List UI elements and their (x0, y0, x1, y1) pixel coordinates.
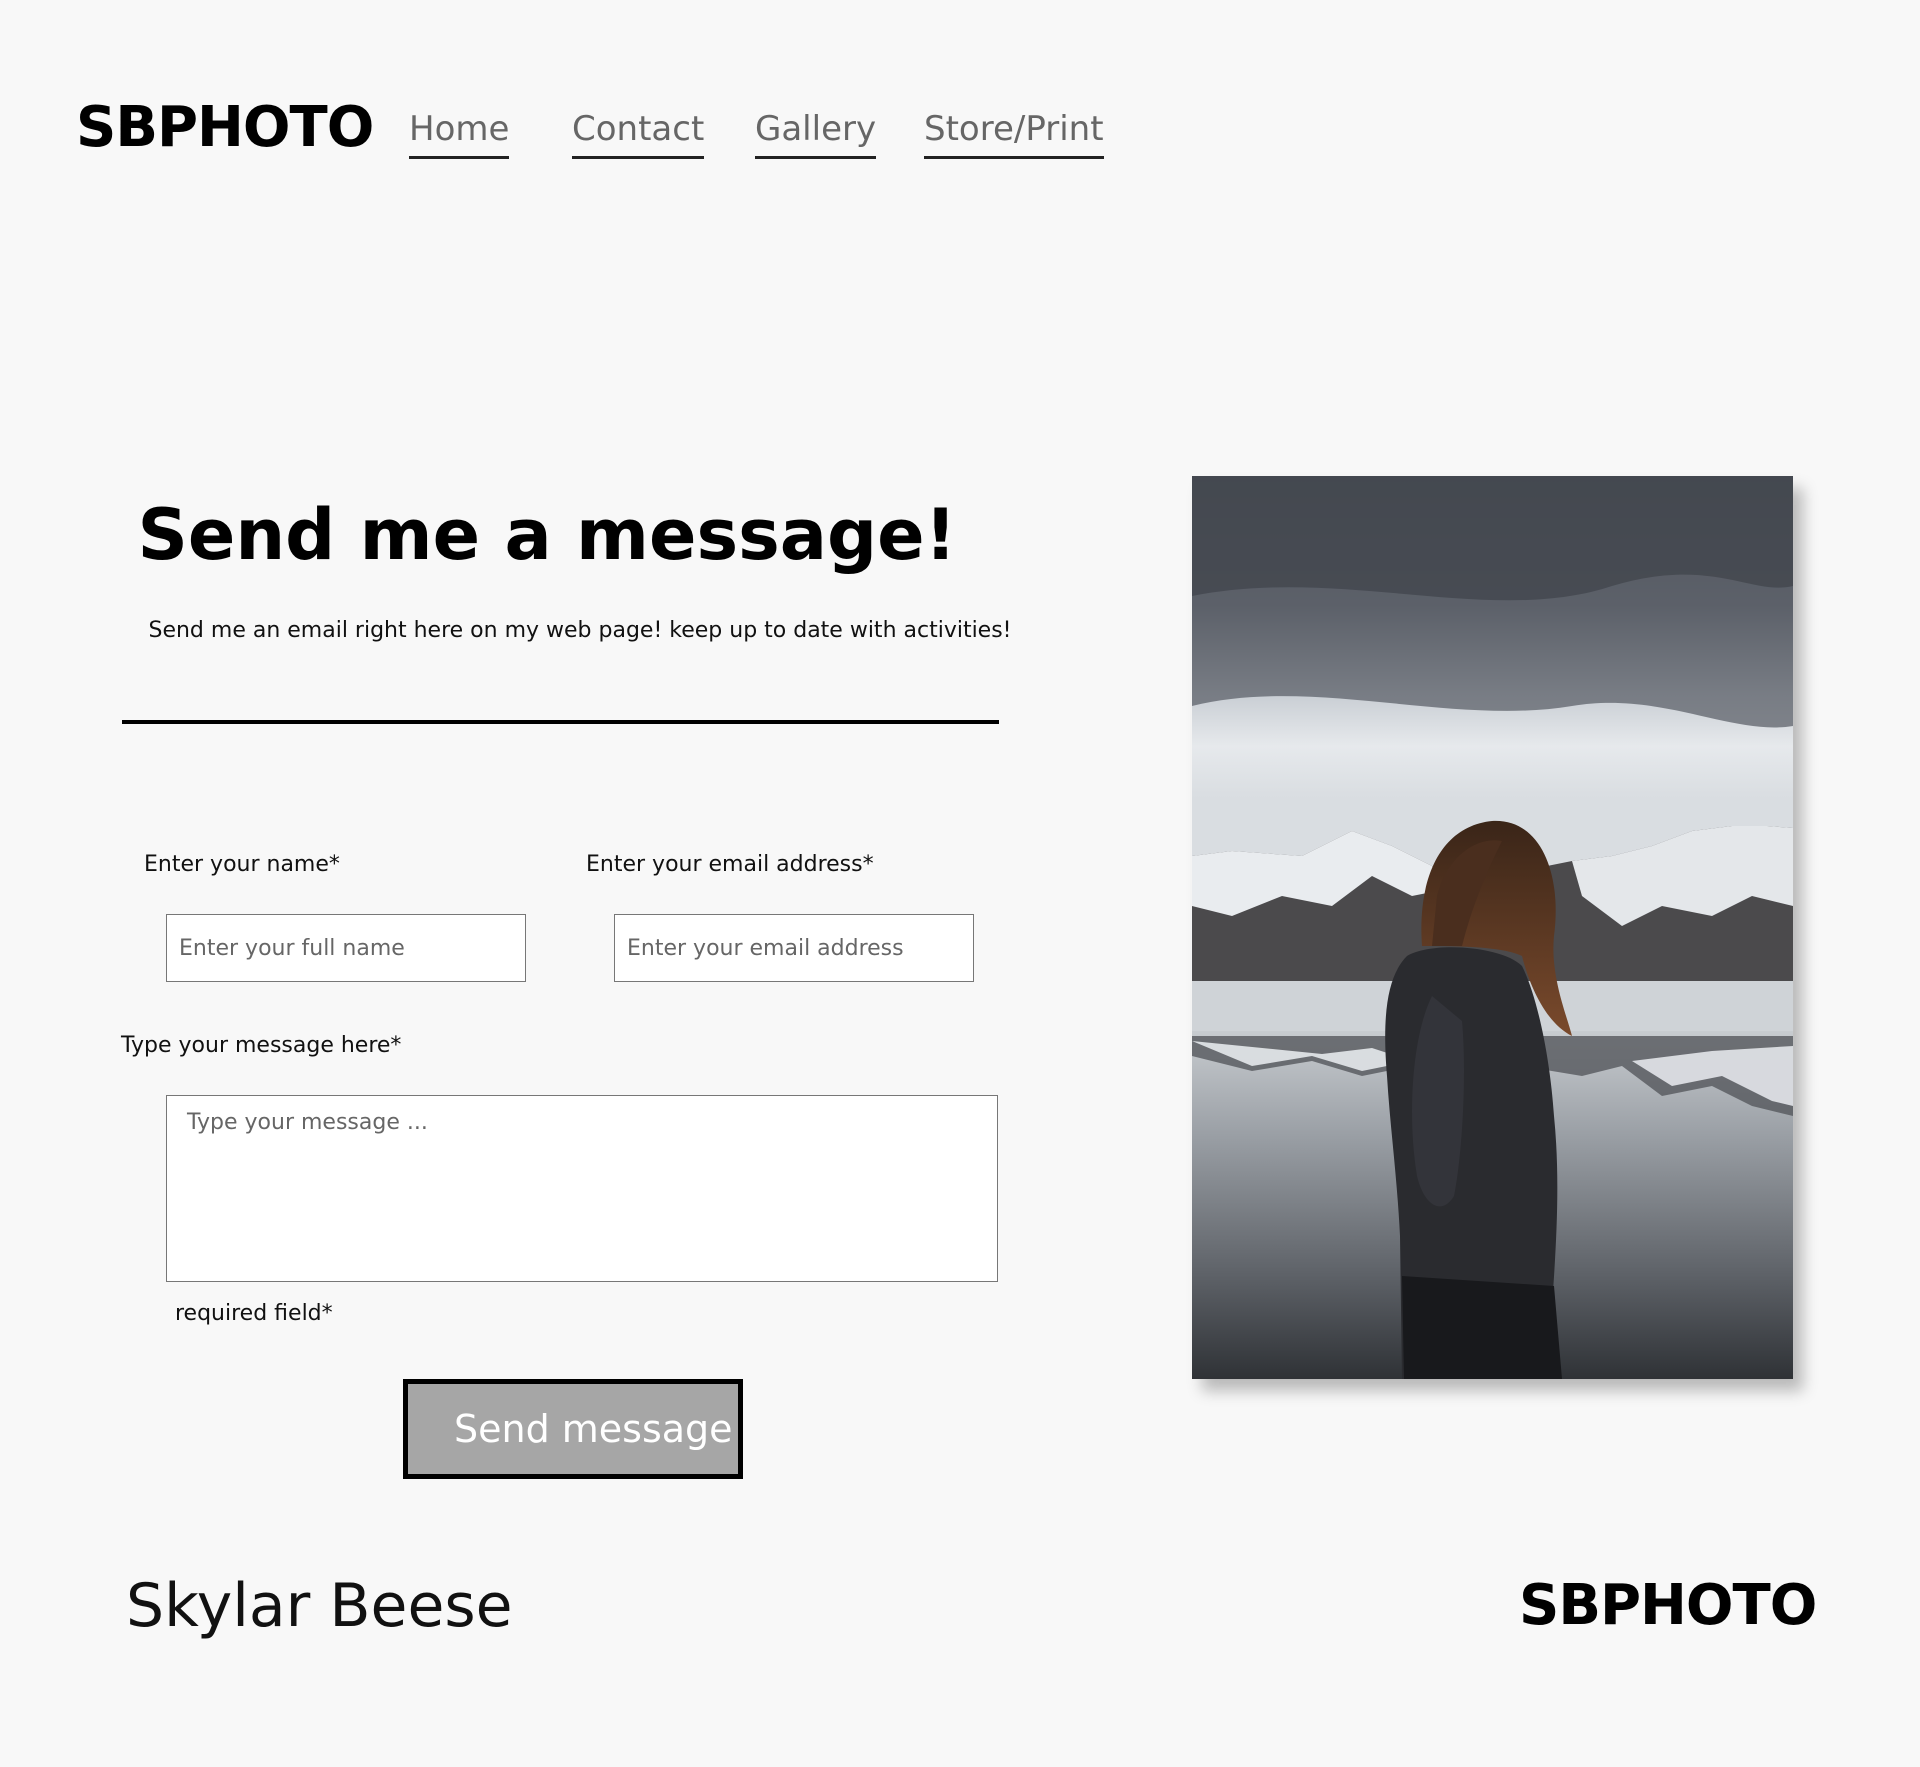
message-textarea[interactable] (166, 1095, 998, 1282)
name-label: Enter your name* (144, 852, 340, 877)
message-label: Type your message here* (121, 1033, 402, 1058)
nav-home[interactable]: Home (409, 112, 510, 159)
nav-gallery[interactable]: Gallery (755, 112, 877, 159)
send-message-button[interactable]: Send message (403, 1379, 743, 1479)
footer-logo[interactable]: SBPHOTO (1519, 1578, 1817, 1634)
page-title: Send me a message! (137, 494, 957, 576)
email-label: Enter your email address* (586, 852, 874, 877)
nav-contact[interactable]: Contact (572, 112, 705, 159)
site-logo[interactable]: SBPHOTO (76, 100, 374, 156)
required-field-note: required field* (175, 1301, 333, 1326)
page-subtitle: Send me an email right here on my web pa… (148, 618, 1012, 643)
email-input[interactable] (614, 914, 974, 982)
name-input[interactable] (166, 914, 526, 982)
nav-store-print[interactable]: Store/Print (924, 112, 1104, 159)
divider (122, 720, 999, 724)
portrait-photo (1192, 476, 1793, 1379)
footer-author-name: Skylar Beese (126, 1571, 513, 1641)
